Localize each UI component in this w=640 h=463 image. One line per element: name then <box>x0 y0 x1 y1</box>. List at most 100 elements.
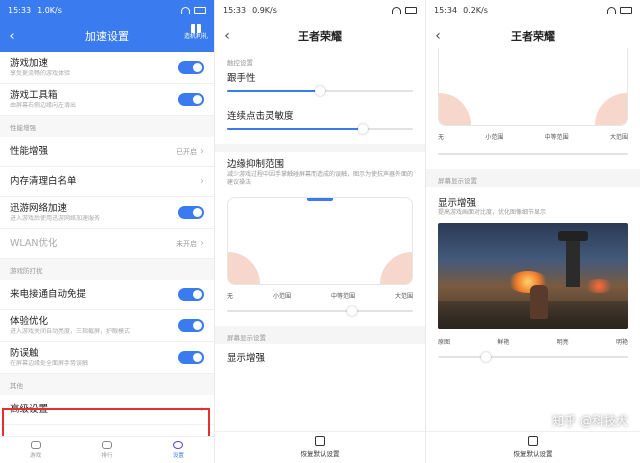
network-speed: 0.2K/s <box>463 5 488 15</box>
battery-icon <box>620 6 632 14</box>
toggle-switch[interactable] <box>178 206 204 219</box>
bottom-tab[interactable]: 设置 <box>143 437 214 463</box>
toggle-row[interactable]: 防误触 在屏幕边缘处全面屏手势误触 <box>0 342 214 374</box>
status-bar: 15:33 0.9K/s <box>215 0 425 20</box>
edge-range-ticks: 无 小范围 中等范围 大范围 <box>426 132 640 141</box>
game-settings-screen: 15:33 0.9K/s ‹ 王者荣耀 触控设置 跟手性 连续点击灵敏度 边缘抑… <box>215 0 425 463</box>
tap-sensitivity-slider[interactable] <box>227 124 413 134</box>
gamepad-icon <box>30 441 41 449</box>
header-bar: 15:33 1.0K/s ‹ 加速设置 造机利礼 <box>0 0 214 52</box>
restore-icon <box>528 436 538 446</box>
back-button[interactable]: ‹ <box>0 29 24 44</box>
toggle-row[interactable]: 游戏加速 享受更流畅的游戏体验 <box>0 52 214 84</box>
section-header: 其他 <box>0 374 214 395</box>
slider-knob[interactable] <box>480 352 491 362</box>
row-value: 已开启 <box>176 147 197 156</box>
row-subtitle: 由屏幕右侧边缘向左滑出 <box>10 101 77 109</box>
acceleration-settings-screen: 15:33 1.0K/s ‹ 加速设置 造机利礼 游戏加速 享受更流畅的游戏体验游… <box>0 0 214 463</box>
row-subtitle: 进入游戏关闭自动亮度，三指截屏，护眼模式 <box>10 327 131 335</box>
settings-list: 游戏加速 享受更流畅的游戏体验 游戏工具箱 由屏幕右侧边缘向左滑出 性能增强 性能增强 已开… <box>0 52 214 425</box>
highlight-box <box>2 408 210 438</box>
toggle-switch[interactable] <box>178 93 204 106</box>
restore-defaults-button[interactable]: 恢复默认设置 <box>426 431 640 463</box>
ranking-icon <box>101 441 112 449</box>
link-row[interactable]: WLAN优化 未开启 › <box>0 229 214 259</box>
toggle-row[interactable]: 体验优化 进入游戏关闭自动亮度，三指截屏，护眼模式 <box>0 310 214 342</box>
chevron-right-icon: › <box>200 176 204 187</box>
section-display: 屏幕显示设置 <box>426 169 640 187</box>
tick-label: 原图 <box>438 339 451 346</box>
tick-label: 小范围 <box>485 134 504 141</box>
chevron-right-icon: › <box>200 146 204 157</box>
bottom-tab[interactable]: 游戏 <box>0 437 71 463</box>
row-title: WLAN优化 <box>10 237 58 249</box>
bottom-tab[interactable]: 排行 <box>71 437 142 463</box>
network-speed: 0.9K/s <box>252 5 277 15</box>
slider-knob[interactable] <box>346 306 357 316</box>
row-title: 内存清理白名单 <box>10 175 77 187</box>
row-title: 游戏工具箱 <box>10 89 58 101</box>
section-header: 性能增强 <box>0 116 214 137</box>
tap-sensitivity-label: 连续点击灵敏度 <box>227 111 294 122</box>
tick-label: 明亮 <box>556 339 569 346</box>
watermark: 知乎 @科技犬 <box>552 414 628 428</box>
tick-label: 小范围 <box>272 293 291 300</box>
status-bar: 15:34 0.2K/s <box>426 0 640 20</box>
tick-label: 大范围 <box>394 293 413 300</box>
slider-knob[interactable] <box>357 124 368 134</box>
wifi-icon <box>181 6 190 14</box>
network-speed: 1.0K/s <box>37 5 62 15</box>
header-bar: 15:33 0.9K/s ‹ 王者荣耀 <box>215 0 425 52</box>
edge-range-slider[interactable] <box>227 306 413 316</box>
restore-defaults-button[interactable]: 恢复默认设置 <box>215 431 425 463</box>
row-title: 迅游网络加速 <box>10 202 68 214</box>
edge-range-description: 减少游戏过程中因手掌触碰屏幕而造成的误触，图示为使抗声器外面的建议操法 <box>227 171 414 187</box>
tick-label: 明艳 <box>615 339 628 346</box>
header-action-button[interactable]: 造机利礼 <box>184 24 208 41</box>
toggle-switch[interactable] <box>178 288 204 301</box>
edge-range-slider[interactable] <box>438 149 628 159</box>
header-bar: 15:34 0.2K/s ‹ 王者荣耀 <box>426 0 640 52</box>
section-touch: 触控设置 <box>227 59 253 67</box>
toggle-switch[interactable] <box>178 319 204 332</box>
game-settings-screen-scrolled: 15:34 0.2K/s ‹ 王者荣耀 无 小范围 中等范围 大范围 屏幕显示设置 显… <box>426 0 640 463</box>
toggle-row[interactable]: 来电接通自动免提 <box>0 280 214 310</box>
row-subtitle: 进入游戏后使用迅游网络加速服务 <box>10 214 101 222</box>
toggle-row[interactable]: 迅游网络加速 进入游戏后使用迅游网络加速服务 <box>0 197 214 229</box>
slider-knob[interactable] <box>315 86 325 96</box>
toggle-switch[interactable] <box>178 351 204 364</box>
display-enhance-label: 显示增强 <box>438 198 477 209</box>
row-title: 体验优化 <box>10 315 49 327</box>
tick-label: 中等范围 <box>544 134 569 141</box>
chevron-right-icon: › <box>200 238 204 249</box>
row-subtitle: 享受更流畅的游戏体验 <box>10 69 71 77</box>
display-enhance-ticks: 原图 鲜艳 明亮 明艳 <box>426 337 640 346</box>
back-button[interactable]: ‹ <box>426 28 450 44</box>
follow-slider[interactable] <box>227 86 413 96</box>
tick-label: 中等范围 <box>330 293 355 300</box>
tick-label: 鲜艳 <box>497 339 510 346</box>
edge-range-ticks: 无 小范围 中等范围 大范围 <box>215 291 425 300</box>
restore-icon <box>315 436 325 446</box>
follow-label: 跟手性 <box>227 73 256 84</box>
display-enhance-label: 显示增强 <box>227 353 266 364</box>
link-row[interactable]: 性能增强 已开启 › <box>0 137 214 167</box>
tick-label: 无 <box>438 134 445 141</box>
game-screenshot-image <box>438 223 628 329</box>
toggle-switch[interactable] <box>178 61 204 74</box>
back-button[interactable]: ‹ <box>215 28 239 44</box>
settings-icon <box>173 441 184 449</box>
section-display: 屏幕显示设置 <box>215 326 425 344</box>
link-row[interactable]: 内存清理白名单 › <box>0 167 214 197</box>
section-header: 游戏防打扰 <box>0 259 214 280</box>
status-time: 15:33 <box>8 5 32 15</box>
battery-icon <box>194 6 206 14</box>
status-time: 15:33 <box>223 5 247 15</box>
display-enhance-description: 提高游戏画面对比度，优化图像细节显示 <box>438 209 547 216</box>
row-title: 游戏加速 <box>10 57 49 69</box>
display-enhance-slider[interactable] <box>438 352 628 362</box>
toggle-row[interactable]: 游戏工具箱 由屏幕右侧边缘向左滑出 <box>0 84 214 116</box>
phone-preview <box>438 48 628 126</box>
page-title: 王者荣耀 <box>298 30 342 43</box>
page-title: 王者荣耀 <box>511 30 555 43</box>
